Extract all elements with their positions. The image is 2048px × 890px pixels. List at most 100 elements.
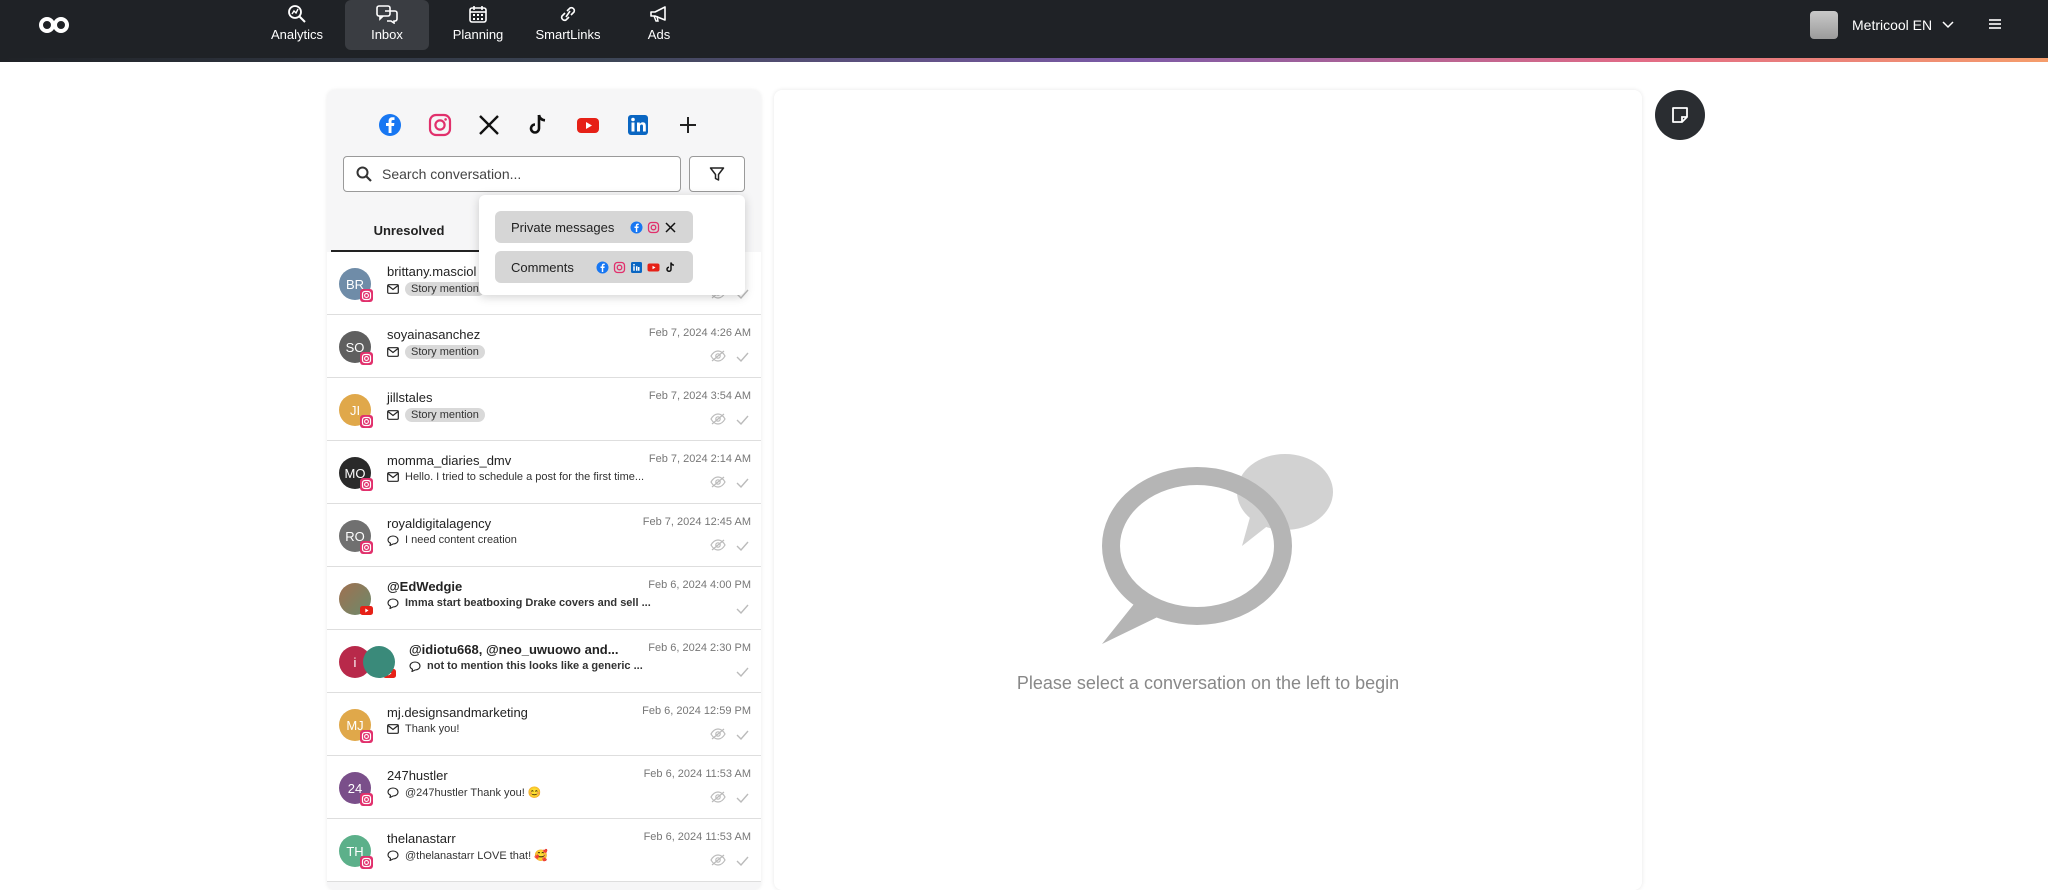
analytics-icon — [288, 5, 306, 23]
tiktok-icon[interactable] — [525, 112, 551, 138]
filter-comments[interactable]: Comments — [495, 251, 693, 283]
hide-icon[interactable] — [710, 790, 726, 808]
conversation-preview-line: @247hustler Thank you! 😊 — [387, 786, 542, 799]
conversation-actions — [710, 853, 749, 871]
network-selector — [327, 112, 761, 142]
instagram-icon[interactable] — [427, 112, 453, 138]
link-icon — [560, 6, 576, 22]
conversation-item[interactable]: @EdWedgie Imma start beatboxing Drake cov… — [327, 567, 761, 630]
avatar — [363, 646, 395, 678]
resolve-check-icon[interactable] — [736, 601, 749, 619]
conversation-name: soyainasanchez — [387, 327, 481, 342]
notes-button[interactable] — [1655, 90, 1705, 140]
instagram-badge-icon — [360, 415, 373, 428]
resolve-check-icon[interactable] — [736, 349, 749, 367]
conversation-preview: Imma start beatboxing Drake covers and s… — [405, 597, 651, 609]
search-box — [343, 156, 681, 192]
x-icon[interactable] — [476, 112, 502, 138]
hide-icon[interactable] — [710, 727, 726, 745]
conversation-actions — [710, 349, 749, 367]
nav-planning[interactable]: Planning — [436, 0, 520, 50]
instagram-badge-icon — [360, 541, 373, 554]
linkedin-icon[interactable] — [625, 112, 651, 138]
conversation-preview-line: I need content creation — [387, 534, 517, 546]
instagram-badge-icon — [360, 289, 373, 302]
resolve-check-icon[interactable] — [736, 727, 749, 745]
instagram-badge-icon — [360, 730, 373, 743]
conversation-time: Feb 7, 2024 3:54 AM — [648, 390, 751, 402]
hamburger-menu-icon[interactable] — [1988, 17, 2002, 31]
resolve-check-icon[interactable] — [736, 412, 749, 430]
search-input[interactable] — [380, 165, 664, 183]
conversation-item[interactable]: i @idiotu668, @neo_uwuowo and... not to me… — [327, 630, 761, 693]
conversation-time: Feb 6, 2024 11:53 AM — [643, 831, 751, 843]
user-menu[interactable]: Metricool EN — [1810, 10, 1954, 40]
conversation-item[interactable]: JI jillstales Story mention Feb 7, 2024 3:5… — [327, 378, 761, 441]
conversation-name: mj.designsandmarketing — [387, 705, 528, 720]
conversation-time: Feb 6, 2024 2:30 PM — [648, 642, 751, 654]
conversation-preview-line: Imma start beatboxing Drake covers and s… — [387, 597, 651, 609]
conversation-item[interactable]: MJ mj.designsandmarketing Thank you! Feb 6,… — [327, 693, 761, 756]
conversation-name: @idiotu668, @neo_uwuowo and... — [409, 642, 619, 657]
conversation-name: @EdWedgie — [387, 579, 463, 594]
comment-icon — [409, 660, 421, 672]
conversation-actions — [736, 664, 749, 682]
hide-icon[interactable] — [710, 349, 726, 367]
nav-analytics[interactable]: Analytics — [255, 0, 339, 50]
conversation-name: brittany.masciol — [387, 264, 477, 279]
nav-ads[interactable]: Ads — [617, 0, 701, 50]
filter-dropdown: Private messages Comments — [479, 195, 745, 295]
conversation-preview-line: Story mention — [387, 345, 485, 359]
facebook-icon — [630, 221, 643, 233]
filter-private-messages[interactable]: Private messages — [495, 211, 693, 243]
conversation-preview: @thelanastarr LOVE that! 🥰 — [405, 850, 548, 862]
filter-icon — [709, 167, 725, 181]
inbox-icon — [376, 5, 398, 24]
conversation-item[interactable]: SO soyainasanchez Story mention Feb 7, 2024… — [327, 315, 761, 378]
conversation-name: royaldigitalagency — [387, 516, 492, 531]
tab-unresolved[interactable]: Unresolved — [331, 210, 487, 252]
chevron-down-icon — [1942, 21, 1954, 29]
envelope-icon — [387, 410, 399, 420]
conversation-actions — [710, 538, 749, 556]
conversation-preview: Hello. I tried to schedule a post for th… — [405, 471, 645, 483]
add-network-icon[interactable] — [675, 112, 701, 138]
envelope-icon — [387, 347, 399, 357]
hide-icon[interactable] — [710, 475, 726, 493]
resolve-check-icon[interactable] — [736, 475, 749, 493]
conversation-time: Feb 6, 2024 4:00 PM — [648, 579, 751, 591]
hide-icon[interactable] — [710, 412, 726, 430]
conversation-time: Feb 7, 2024 2:14 AM — [648, 453, 751, 465]
resolve-check-icon[interactable] — [736, 664, 749, 682]
conversation-item[interactable]: MO momma_diaries_dmv Hello. I tried to sch… — [327, 441, 761, 504]
conversation-item[interactable]: RO royaldigitalagency I need content creat… — [327, 504, 761, 567]
nav-inbox[interactable]: Inbox — [345, 0, 429, 50]
metricool-logo[interactable] — [38, 15, 70, 35]
tiktok-icon — [666, 261, 675, 272]
nav-smartlinks[interactable]: SmartLinks — [526, 0, 610, 50]
hide-icon[interactable] — [710, 853, 726, 871]
comment-icon — [387, 787, 399, 798]
resolve-check-icon[interactable] — [736, 853, 749, 871]
envelope-icon — [387, 284, 399, 294]
nav-planning-label: Planning — [452, 27, 504, 42]
megaphone-icon — [650, 6, 666, 22]
conversation-list: BR brittany.masciol Story mention SO soyaina… — [327, 252, 761, 882]
filter-button[interactable] — [689, 156, 745, 192]
resolve-check-icon[interactable] — [736, 790, 749, 808]
conversation-item[interactable]: TH thelanastarr @thelanastarr LOVE that! 🥰… — [327, 819, 761, 882]
calendar-icon — [469, 6, 487, 23]
nav-ads-label: Ads — [647, 27, 671, 42]
conversation-name: momma_diaries_dmv — [387, 453, 512, 468]
youtube-icon[interactable] — [575, 112, 601, 138]
facebook-icon[interactable] — [377, 112, 403, 138]
hide-icon[interactable] — [710, 538, 726, 556]
comment-icon — [387, 850, 399, 861]
story-mention-tag: Story mention — [405, 345, 485, 359]
conversation-actions — [710, 790, 749, 808]
top-navigation-bar: Analytics Inbox Planning SmartLinks Ads … — [0, 0, 2048, 58]
conversation-item[interactable]: 24 247hustler @247hustler Thank you! 😊 Feb … — [327, 756, 761, 819]
instagram-icon — [613, 261, 626, 273]
resolve-check-icon[interactable] — [736, 538, 749, 556]
tab-unresolved-label: Unresolved — [373, 222, 445, 238]
